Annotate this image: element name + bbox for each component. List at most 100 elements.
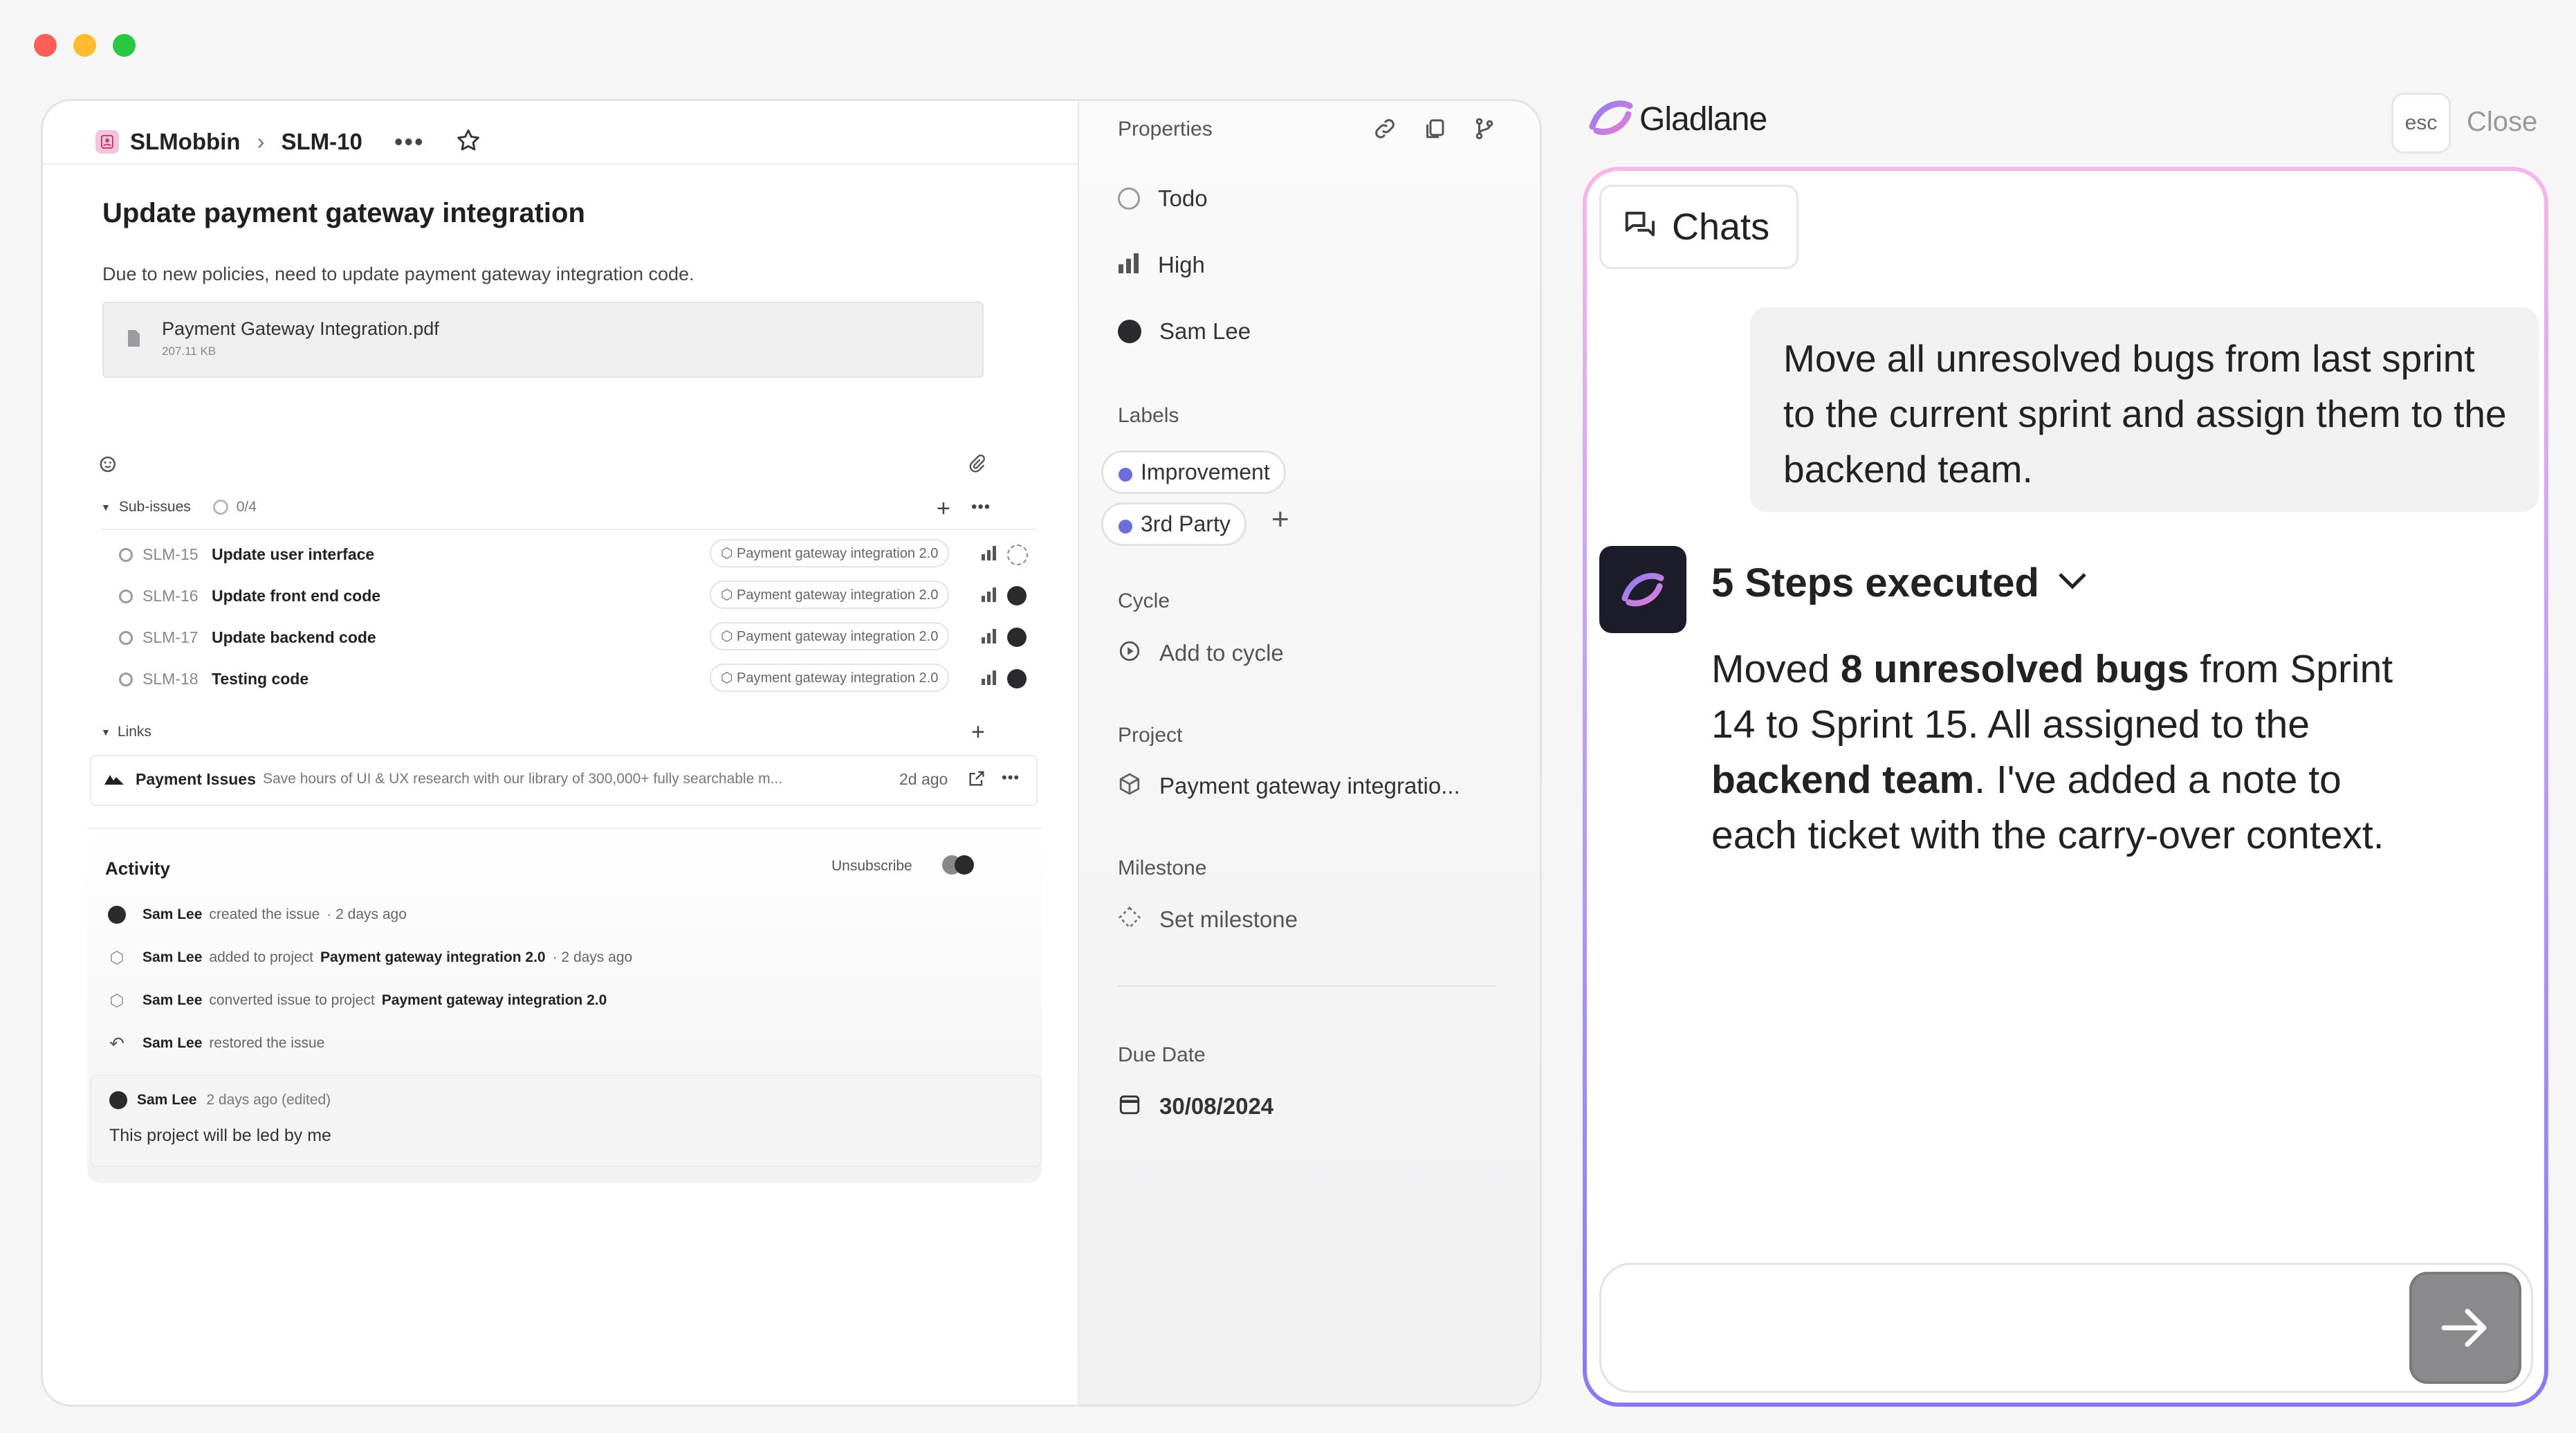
header-divider	[43, 163, 1078, 165]
cycle-property[interactable]: Add to cycle	[1118, 639, 1284, 666]
project-cube-icon: ⬡	[109, 991, 125, 1010]
avatar[interactable]	[1007, 669, 1027, 688]
breadcrumb-issue-id[interactable]: SLM-10	[281, 129, 362, 155]
subissue-project-tag[interactable]: ⬡ Payment gateway integration 2.0	[710, 664, 950, 692]
issue-main: SLMobbin › SLM-10 ••• Update payment gat…	[43, 101, 1078, 1405]
subissue-title: Testing code	[212, 670, 309, 688]
status-todo-icon[interactable]	[119, 548, 133, 562]
milestone-property[interactable]: Set milestone	[1118, 906, 1298, 933]
steps-toggle[interactable]: 5 Steps executed	[1711, 560, 2088, 606]
git-branch-icon[interactable]	[1472, 116, 1497, 145]
assignee-property[interactable]: Sam Lee	[1118, 318, 1251, 345]
tab-chats[interactable]: Chats	[1599, 185, 1798, 269]
subissues-more-icon[interactable]: •••	[971, 498, 991, 517]
subissue-id: SLM-17	[142, 628, 199, 646]
breadcrumb-workspace[interactable]: SLMobbin	[130, 129, 240, 155]
priority-high-icon[interactable]	[981, 546, 997, 565]
chat-input-box[interactable]	[1599, 1263, 2533, 1393]
project-property[interactable]: Payment gateway integratio...	[1118, 772, 1460, 799]
copy-link-icon[interactable]	[1372, 116, 1397, 145]
subissue-project: Payment gateway integration 2.0	[737, 587, 939, 603]
due-date-value: 30/08/2024	[1159, 1093, 1274, 1119]
unsubscribe-button[interactable]: Unsubscribe	[831, 858, 912, 875]
activity-section: Activity Unsubscribe Sam Lee created the…	[87, 828, 1042, 1183]
star-icon[interactable]	[455, 127, 481, 157]
progress-circle-icon	[212, 500, 228, 515]
cycle-title: Cycle	[1118, 590, 1170, 612]
attachment-card[interactable]: Payment Gateway Integration.pdf 207.11 K…	[102, 302, 984, 378]
subissue-project: Payment gateway integration 2.0	[737, 629, 939, 644]
subscribers-avatars[interactable]	[942, 854, 975, 876]
subissue-project: Payment gateway integration 2.0	[737, 670, 939, 686]
comment-card[interactable]: Sam Lee 2 days ago (edited) This project…	[90, 1075, 1042, 1167]
priority-high-icon[interactable]	[981, 629, 997, 648]
properties-title: Properties	[1118, 118, 1213, 140]
label-text: Improvement	[1141, 459, 1270, 484]
file-icon	[126, 329, 141, 351]
minimize-window-button[interactable]	[73, 34, 96, 57]
arrow-right-icon	[2441, 1308, 2487, 1347]
subissue-project-tag[interactable]: ⬡ Payment gateway integration 2.0	[710, 581, 950, 609]
zoom-window-button[interactable]	[113, 34, 136, 57]
issue-description[interactable]: Due to new policies, need to update paym…	[102, 264, 694, 285]
status-todo-icon[interactable]	[119, 673, 133, 686]
subissue-project-tag[interactable]: ⬡ Payment gateway integration 2.0	[710, 539, 950, 567]
event-project[interactable]: Payment gateway integration 2.0	[382, 992, 607, 1009]
label-text: 3rd Party	[1141, 511, 1231, 536]
status-value: Todo	[1158, 185, 1208, 211]
priority-property[interactable]: High	[1118, 252, 1205, 278]
project-cube-icon: ⬡	[721, 546, 737, 561]
link-item[interactable]: Payment Issues Save hours of UI & UX res…	[90, 755, 1038, 806]
milestone-diamond-icon	[1118, 906, 1141, 933]
event-text: added to project	[209, 949, 313, 965]
project-cube-icon: ⬡	[109, 948, 125, 967]
issue-title[interactable]: Update payment gateway integration	[102, 198, 585, 229]
avatar	[1118, 320, 1141, 343]
add-reaction-icon[interactable]	[98, 454, 119, 478]
label-chip-improvement[interactable]: Improvement	[1101, 450, 1286, 494]
priority-high-icon[interactable]	[981, 587, 997, 606]
label-chip-3rd-party[interactable]: 3rd Party	[1101, 502, 1246, 546]
chat-panel: Chats Move all unresolved bugs from last…	[1587, 171, 2544, 1403]
collapse-caret-icon[interactable]: ▼	[101, 502, 111, 513]
chat-input[interactable]	[1629, 1293, 2358, 1363]
status-todo-icon[interactable]	[119, 631, 133, 645]
list-item[interactable]: SLM-18 Testing code ⬡ Payment gateway in…	[101, 658, 1036, 700]
send-button[interactable]	[2409, 1272, 2521, 1384]
priority-high-icon[interactable]	[981, 670, 997, 689]
subissues-header[interactable]: ▼ Sub-issues 0/4	[101, 499, 257, 515]
activity-title: Activity	[105, 858, 170, 879]
close-window-button[interactable]	[34, 34, 57, 57]
gladlane-logo-icon	[1588, 99, 1634, 140]
close-button[interactable]: Close	[2467, 107, 2537, 138]
event-user: Sam Lee	[142, 949, 203, 965]
labels-title: Labels	[1118, 404, 1179, 427]
collapse-caret-icon[interactable]: ▼	[101, 727, 111, 738]
unassigned-avatar-icon[interactable]	[1007, 545, 1028, 565]
avatar[interactable]	[1007, 586, 1027, 605]
list-item[interactable]: SLM-16 Update front end code ⬡ Payment g…	[101, 575, 1036, 617]
list-item[interactable]: SLM-15 Update user interface ⬡ Payment g…	[101, 533, 1036, 575]
add-subissue-icon[interactable]: +	[937, 495, 950, 522]
more-options-icon[interactable]: •••	[394, 127, 425, 156]
status-todo-icon[interactable]	[119, 590, 133, 603]
chevron-down-icon	[2057, 572, 2088, 594]
issue-window: SLMobbin › SLM-10 ••• Update payment gat…	[41, 99, 1542, 1407]
links-header[interactable]: ▼ Links	[101, 724, 151, 740]
esc-key-badge[interactable]: esc	[2391, 93, 2451, 154]
list-item[interactable]: SLM-17 Update backend code ⬡ Payment gat…	[101, 617, 1036, 658]
avatar[interactable]	[1007, 628, 1027, 647]
copy-id-icon[interactable]	[1422, 116, 1447, 145]
milestone-title: Milestone	[1118, 857, 1207, 879]
subissue-project-tag[interactable]: ⬡ Payment gateway integration 2.0	[710, 622, 950, 650]
subissue-id: SLM-15	[142, 545, 199, 563]
add-link-icon[interactable]: +	[971, 719, 985, 746]
attach-icon[interactable]	[967, 454, 986, 477]
due-date-property[interactable]: 30/08/2024	[1118, 1093, 1273, 1120]
event-project[interactable]: Payment gateway integration 2.0	[320, 949, 546, 966]
link-more-icon[interactable]: •••	[1002, 769, 1020, 787]
status-property[interactable]: Todo	[1118, 185, 1208, 212]
chats-tab-label: Chats	[1672, 206, 1770, 248]
add-label-icon[interactable]: +	[1271, 502, 1289, 537]
open-external-icon[interactable]	[967, 769, 986, 792]
